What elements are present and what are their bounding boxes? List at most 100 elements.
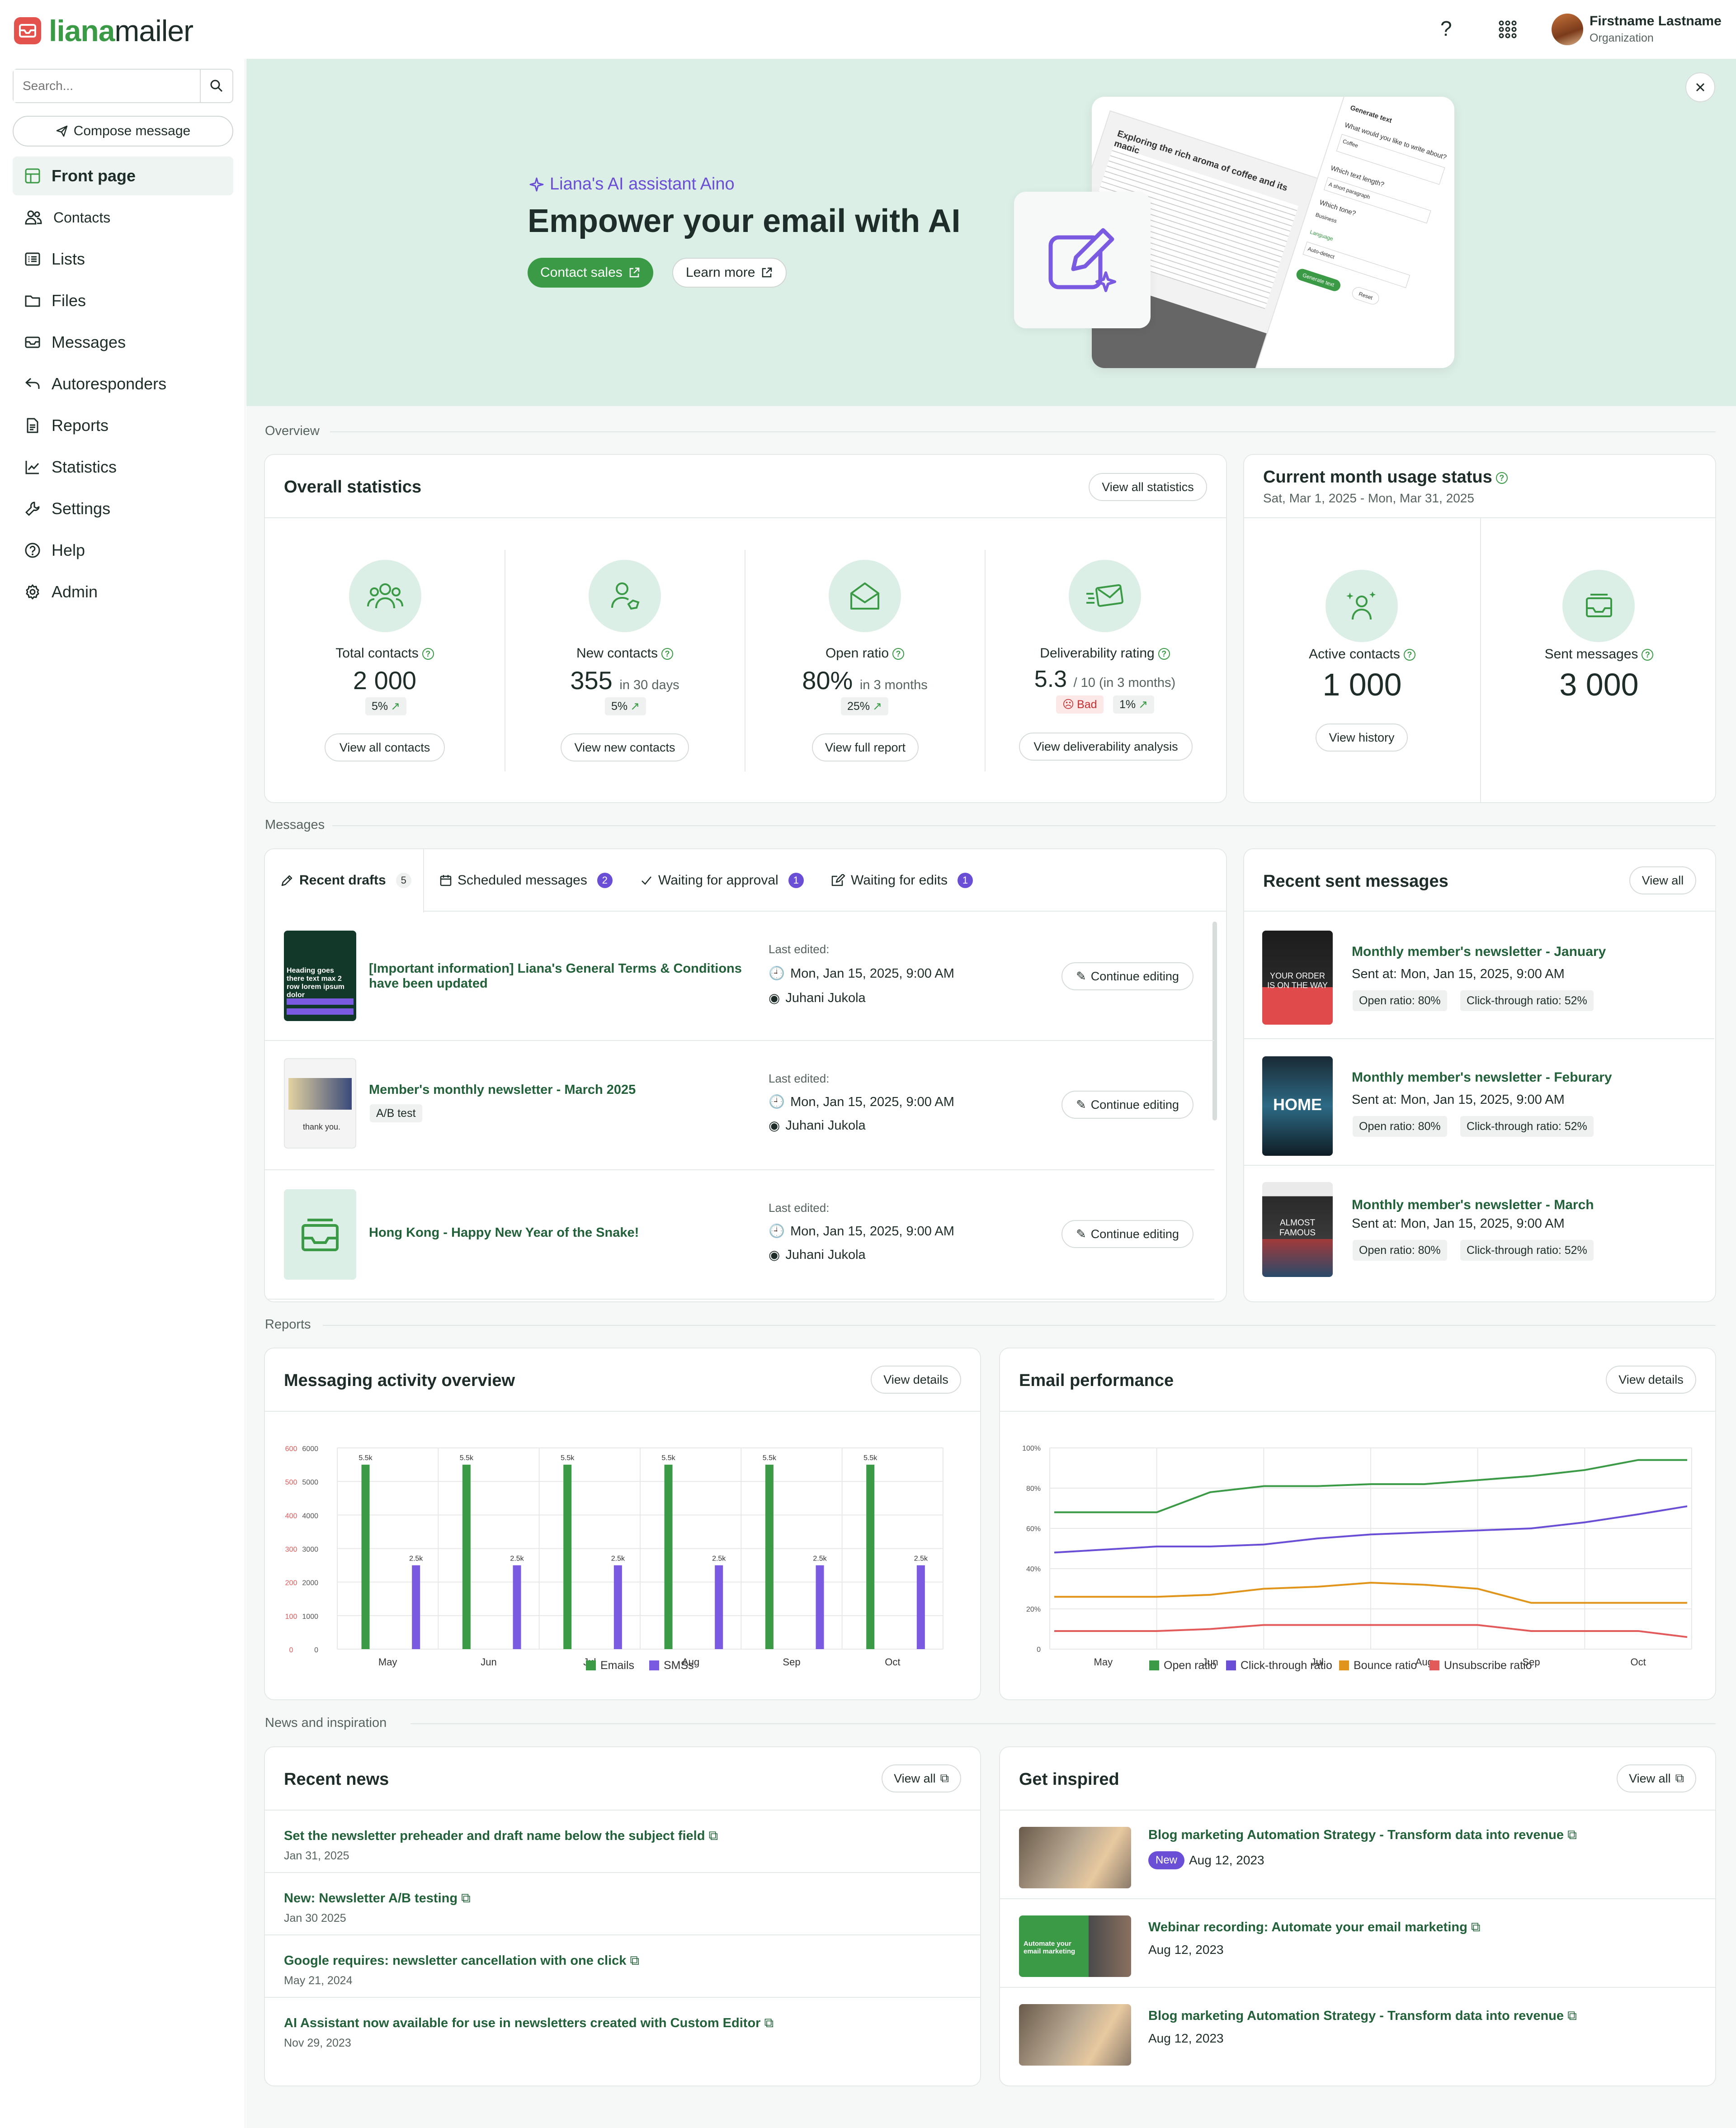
view-performance-details-button[interactable]: View details (1606, 1366, 1696, 1394)
sent-at: Sent at: Mon, Jan 15, 2025, 9:00 AM (1352, 967, 1565, 981)
apps-grid-icon[interactable] (1498, 20, 1517, 39)
message-title[interactable]: Monthly member's newsletter - March (1352, 1197, 1594, 1213)
y-left-tick-label: 0 (289, 1646, 293, 1654)
envelope-logo-icon (14, 17, 41, 44)
view-deliverability-analysis-button[interactable]: View deliverability analysis (1019, 733, 1193, 761)
view-all-contacts-button[interactable]: View all contacts (325, 733, 445, 761)
draft-row[interactable]: Hong Kong - Happy New Year of the Snake!… (265, 1171, 1214, 1300)
view-activity-details-button[interactable]: View details (871, 1366, 961, 1394)
sidebar-item-files[interactable]: Files (13, 281, 233, 320)
trend-value: 1% (1119, 698, 1136, 711)
help-icon[interactable]: ? (422, 648, 434, 660)
inspiration-title[interactable]: Blog marketing Automation Strategy - Tra… (1148, 1828, 1577, 1843)
help-icon[interactable]: ? (1440, 16, 1452, 41)
news-item[interactable]: Set the newsletter preheader and draft n… (265, 1811, 980, 1873)
view-all-sent-button[interactable]: View all (1629, 866, 1696, 894)
news-title[interactable]: Set the newsletter preheader and draft n… (284, 1829, 718, 1844)
view-all-news-button[interactable]: View all ⧉ (882, 1764, 961, 1792)
bar-smss (816, 1565, 824, 1649)
contact-sales-button[interactable]: Contact sales (528, 258, 653, 288)
help-icon[interactable]: ? (1158, 648, 1170, 660)
draft-row[interactable]: Heading goes there text max 2 row lorem … (265, 913, 1214, 1041)
legend-swatch (1339, 1660, 1349, 1670)
inspiration-item[interactable]: Blog marketing Automation Strategy - Tra… (1000, 1811, 1715, 1899)
close-banner-button[interactable] (1685, 72, 1715, 102)
sent-message-row[interactable]: YOUR ORDER IS ON THE WAY Monthly member'… (1244, 913, 1714, 1039)
draft-title[interactable]: Hong Kong - Happy New Year of the Snake! (369, 1225, 749, 1240)
tab-recent-drafts[interactable]: Recent drafts 5 (280, 849, 411, 912)
external-link-icon: ⧉ (1675, 1771, 1684, 1785)
help-icon[interactable]: ? (1495, 472, 1508, 484)
usage-title-text: Current month usage status (1263, 468, 1492, 487)
bar-data-label: 5.5k (561, 1454, 575, 1462)
message-title[interactable]: Monthly member's newsletter - January (1352, 944, 1606, 960)
sidebar-item-lists[interactable]: Lists (13, 240, 233, 279)
view-all-statistics-button[interactable]: View all statistics (1089, 473, 1207, 501)
draft-title[interactable]: Member's monthly newsletter - March 2025 (369, 1083, 749, 1097)
user-name[interactable]: Firstname Lastname (1590, 14, 1722, 29)
bad-label: Bad (1077, 698, 1097, 711)
news-item[interactable]: Google requires: newsletter cancellation… (265, 1935, 980, 1998)
app-logo[interactable]: lianamailer (14, 14, 193, 48)
sent-at: Sent at: Mon, Jan 15, 2025, 9:00 AM (1352, 1216, 1565, 1231)
continue-editing-button[interactable]: ✎ Continue editing (1061, 1091, 1194, 1119)
paper-plane-icon (56, 125, 68, 137)
view-all-inspiration-button[interactable]: View all ⧉ (1617, 1764, 1696, 1792)
reply-icon (25, 378, 40, 389)
tab-scheduled-messages[interactable]: Scheduled messages 2 (439, 849, 613, 912)
folder-icon (25, 295, 40, 307)
sidebar-item-statistics[interactable]: Statistics (13, 448, 233, 487)
news-title[interactable]: AI Assistant now available for use in ne… (284, 2016, 774, 2031)
grid-icon (25, 168, 40, 184)
inspiration-title[interactable]: Webinar recording: Automate your email m… (1148, 1920, 1481, 1935)
deliverability-icon-circle (1069, 560, 1141, 632)
inspiration-title[interactable]: Blog marketing Automation Strategy - Tra… (1148, 2009, 1577, 2024)
search-button[interactable] (200, 70, 232, 102)
sidebar-item-messages[interactable]: Messages (13, 323, 233, 362)
sent-message-row[interactable]: HOME Monthly member's newsletter - Febur… (1244, 1039, 1714, 1166)
new-contacts-icon-circle (589, 560, 661, 632)
learn-more-button[interactable]: Learn more (672, 258, 787, 288)
sent-message-row[interactable]: ALMOST FAMOUS Monthly member's newslette… (1244, 1166, 1714, 1292)
inspiration-item[interactable]: Blog marketing Automation Strategy - Tra… (1000, 1988, 1715, 2076)
sidebar-item-autoresponders[interactable]: Autoresponders (13, 364, 233, 403)
continue-editing-button[interactable]: ✎ Continue editing (1061, 1220, 1194, 1248)
compose-message-button[interactable]: Compose message (13, 116, 233, 147)
news-item[interactable]: New: Newsletter A/B testing ⧉ Jan 30 202… (265, 1873, 980, 1935)
arrow-up-right-icon: ↗ (630, 700, 640, 713)
tab-waiting-for-edits[interactable]: Waiting for edits 1 (831, 849, 973, 912)
news-title[interactable]: New: Newsletter A/B testing ⧉ (284, 1891, 471, 1906)
view-new-contacts-button[interactable]: View new contacts (561, 733, 689, 761)
inspiration-item[interactable]: Automate your email marketing Webinar re… (1000, 1899, 1715, 1988)
bar-smss (613, 1565, 622, 1649)
help-icon[interactable]: ? (1642, 649, 1654, 661)
sidebar-item-reports[interactable]: Reports (13, 406, 233, 445)
sidebar-item-contacts[interactable]: Contacts (13, 198, 233, 237)
search-input[interactable] (14, 70, 199, 102)
pencil-icon (281, 875, 292, 886)
sidebar-item-settings[interactable]: Settings (13, 489, 233, 528)
tab-waiting-for-approval[interactable]: Waiting for approval 1 (640, 849, 804, 912)
thumbnail-text: Automate your email marketing (1024, 1940, 1076, 1955)
news-item[interactable]: AI Assistant now available for use in ne… (265, 1998, 980, 2060)
ai-pen-icon (1048, 228, 1116, 292)
webinar-thumbnail: Automate your email marketing (1019, 1915, 1131, 1977)
message-title[interactable]: Monthly member's newsletter - Feburary (1352, 1070, 1612, 1085)
help-icon[interactable]: ? (1403, 649, 1415, 661)
envelope-stack-icon (1586, 594, 1612, 617)
user-avatar[interactable] (1552, 14, 1583, 45)
news-title[interactable]: Google requires: newsletter cancellation… (284, 1953, 639, 1968)
sidebar-item-admin[interactable]: Admin (13, 572, 233, 611)
draft-row[interactable]: thank you. Member's monthly newsletter -… (265, 1042, 1214, 1170)
sidebar-item-front-page[interactable]: Front page (13, 156, 233, 195)
sidebar-item-help[interactable]: Help (13, 531, 233, 570)
view-full-report-button[interactable]: View full report (812, 733, 919, 761)
view-history-button[interactable]: View history (1316, 724, 1408, 752)
help-icon[interactable]: ? (892, 648, 905, 660)
help-icon[interactable]: ? (661, 648, 674, 660)
sidebar-item-label: Messages (52, 333, 126, 351)
arrow-up-right-icon: ↗ (873, 700, 882, 713)
email-performance-chart: 020%40%60%80%100%May Jun Jul Aug Sep OctOpen … (1022, 1445, 1692, 1672)
continue-editing-button[interactable]: ✎ Continue editing (1061, 962, 1194, 990)
draft-title[interactable]: [Important information] Liana's General … (369, 961, 749, 991)
